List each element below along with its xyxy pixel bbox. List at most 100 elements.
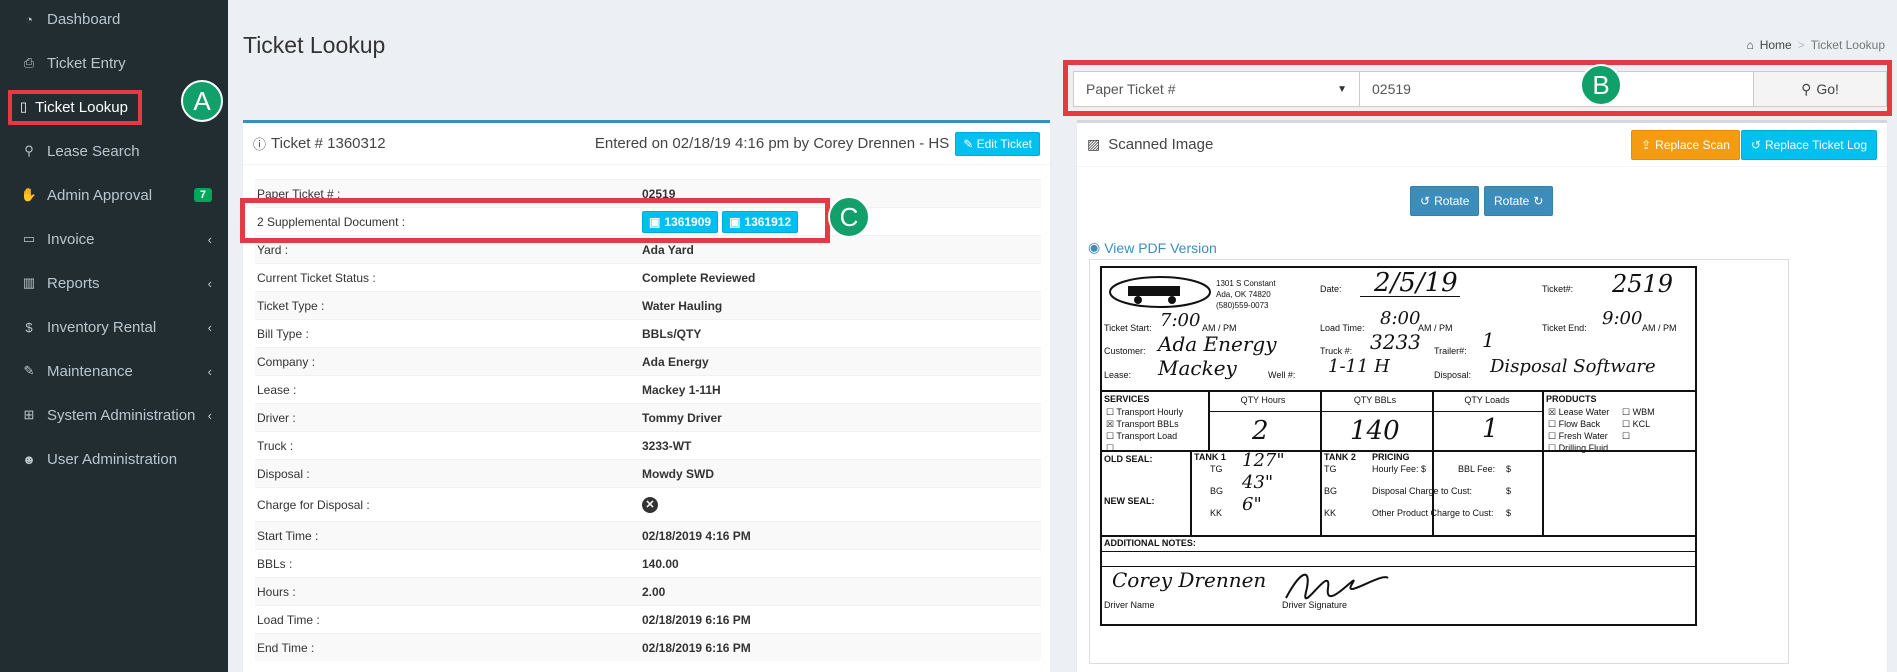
caret-down-icon: ▼ bbox=[1337, 83, 1347, 95]
dollar-sign: $ bbox=[1506, 508, 1512, 518]
tank2-label: TANK 2 bbox=[1324, 452, 1356, 462]
history-icon: ↺ bbox=[1750, 137, 1761, 152]
load-ampm: AM / PM bbox=[1418, 323, 1453, 333]
driver-signature-label: Driver Signature bbox=[1282, 600, 1348, 610]
tank1-bg-value: 43" bbox=[1242, 472, 1274, 493]
sidebar-item-maintenance[interactable]: ✎ Maintenance ‹ bbox=[0, 349, 228, 393]
search-input[interactable]: 02519 bbox=[1360, 72, 1753, 106]
ticket-entered-info: Entered on 02/18/19 4:16 pm by Corey Dre… bbox=[594, 135, 950, 152]
ticket-number-title: Ticket # 1360312 bbox=[271, 135, 386, 152]
sidebar-item-lease-search[interactable]: ⚲ Lease Search bbox=[0, 129, 228, 173]
company-address: 1301 S Constant Ada, OK 74820 (580)559-0… bbox=[1216, 278, 1276, 311]
breadcrumb-separator: > bbox=[1797, 38, 1805, 52]
view-pdf-link[interactable]: ◉ View PDF Version bbox=[1088, 239, 1217, 256]
field-label: End Time : bbox=[257, 640, 315, 655]
qty-bbls-value: 140 bbox=[1350, 416, 1400, 446]
page-title: Ticket Lookup bbox=[243, 32, 386, 58]
table-row: Current Ticket Status : Complete Reviewed bbox=[255, 263, 1041, 291]
admin-approval-badge: 7 bbox=[193, 188, 212, 202]
field-label: Bill Type : bbox=[257, 326, 309, 341]
dashboard-icon: ◔ bbox=[25, 11, 33, 27]
qty-bbls-label: QTY BBLs bbox=[1353, 395, 1397, 405]
breadcrumb-current: Ticket Lookup bbox=[1810, 38, 1885, 52]
picture-icon: ▨ bbox=[1087, 136, 1101, 152]
table-row: BBLs : 140.00 bbox=[255, 549, 1041, 577]
breadcrumb-home[interactable]: Home bbox=[1760, 38, 1792, 52]
sidebar-item-ticket-entry[interactable]: ⎙ Ticket Entry bbox=[0, 41, 228, 85]
field-label: Company : bbox=[257, 354, 316, 369]
callout-a: A bbox=[181, 80, 223, 122]
address-line: 1301 S Constant bbox=[1216, 279, 1276, 288]
sidebar-item-user-administration[interactable]: ☻ User Administration bbox=[0, 437, 228, 481]
x-circle-icon: ✕ bbox=[642, 496, 658, 513]
field-value: Tommy Driver bbox=[642, 410, 722, 425]
sidebar-item-dashboard[interactable]: ◔ Dashboard bbox=[0, 0, 228, 41]
service-item: ☐ Transport Hourly bbox=[1106, 407, 1184, 417]
table-row: Load Time : 02/18/2019 6:16 PM bbox=[255, 605, 1041, 633]
qty-loads-value: 1 bbox=[1482, 414, 1499, 444]
products-list-2: ☐ WBM ☐ KCL ☐ bbox=[1622, 406, 1655, 442]
ticket-fields-table: Paper Ticket # :02519 2 Supplemental Doc… bbox=[255, 179, 1041, 661]
end-ampm: AM / PM bbox=[1642, 323, 1677, 333]
go-button[interactable]: ⚲ Go! bbox=[1753, 72, 1886, 106]
driver-name-label: Driver Name bbox=[1104, 600, 1155, 610]
sitemap-icon: ⊞ bbox=[23, 407, 35, 422]
field-label: Current Ticket Status : bbox=[257, 270, 376, 285]
field-value: 2.00 bbox=[642, 584, 666, 599]
field-value: 02/18/2019 4:16 PM bbox=[642, 528, 751, 543]
edit-ticket-button[interactable]: ✎ Edit Ticket bbox=[955, 131, 1040, 156]
sidebar-item-label: Invoice bbox=[47, 230, 95, 248]
users-icon: ☻ bbox=[22, 451, 36, 467]
search-icon: ⚲ bbox=[1801, 80, 1812, 97]
table-row: Ticket Type : Water Hauling bbox=[255, 291, 1041, 319]
disposal-label: Disposal: bbox=[1434, 370, 1472, 380]
sidebar-item-label: User Administration bbox=[47, 450, 178, 468]
field-value: BBLs/QTY bbox=[642, 326, 702, 341]
home-icon: ⌂ bbox=[1746, 38, 1754, 52]
search-type-select[interactable]: Paper Ticket # ▼ bbox=[1074, 72, 1360, 106]
replace-ticket-log-button[interactable]: ↺ Replace Ticket Log bbox=[1740, 129, 1877, 160]
table-row: Bill Type : BBLs/QTY bbox=[255, 319, 1041, 347]
sidebar-item-system-administration[interactable]: ⊞ System Administration ‹ bbox=[0, 393, 228, 437]
replace-scan-button[interactable]: ⇪ Replace Scan bbox=[1631, 129, 1740, 160]
services-list: ☐ Transport Hourly ☒ Transport BBLs ☐ Tr… bbox=[1106, 406, 1183, 454]
info-icon: ⓘ bbox=[253, 137, 267, 152]
customer-label: Customer: bbox=[1104, 346, 1146, 356]
sidebar-item-label: Lease Search bbox=[47, 142, 140, 160]
upload-icon: ⇪ bbox=[1641, 137, 1652, 152]
product-item: ☐ WBM bbox=[1622, 407, 1655, 417]
breadcrumb: ⌂ Home > Ticket Lookup bbox=[1746, 38, 1885, 52]
ticket-end-value: 9:00 bbox=[1602, 308, 1643, 329]
table-row: Start Time : 02/18/2019 4:16 PM bbox=[255, 521, 1041, 549]
old-seal-label: OLD SEAL: bbox=[1104, 454, 1153, 464]
product-item: ☐ Drilling Fluid bbox=[1548, 443, 1609, 453]
field-value: Mackey 1-11H bbox=[642, 382, 721, 397]
edit-ticket-label: Edit Ticket bbox=[976, 136, 1032, 151]
sidebar-item-admin-approval[interactable]: ✋ Admin Approval 7 bbox=[0, 173, 228, 217]
ticket-header: ⓘ Ticket # 1360312 Entered on 02/18/19 4… bbox=[243, 123, 1050, 165]
chevron-left-icon: ‹ bbox=[207, 407, 212, 423]
field-label: Truck : bbox=[257, 438, 294, 453]
service-item: ☒ Transport BBLs bbox=[1106, 419, 1179, 429]
bar-chart-icon: ▥ bbox=[22, 275, 36, 290]
search-bar: Paper Ticket # ▼ 02519 ⚲ Go! bbox=[1073, 71, 1887, 107]
additional-notes-label: ADDITIONAL NOTES: bbox=[1104, 538, 1196, 548]
product-item: ☒ Lease Water bbox=[1548, 407, 1610, 417]
sidebar-item-inventory-rental[interactable]: $ Inventory Rental ‹ bbox=[0, 305, 228, 349]
services-label: SERVICES bbox=[1104, 394, 1150, 404]
sidebar-item-invoice[interactable]: ▭ Invoice ‹ bbox=[0, 217, 228, 261]
tank-row-label: KK bbox=[1324, 508, 1337, 518]
field-label: Load Time : bbox=[257, 612, 320, 627]
driver-name-value: Corey Drennen bbox=[1112, 568, 1267, 592]
qty-hours-label: QTY Hours bbox=[1240, 395, 1286, 405]
sidebar-item-label: Admin Approval bbox=[47, 186, 153, 204]
sidebar-item-reports[interactable]: ▥ Reports ‹ bbox=[0, 261, 228, 305]
pricing-label: PRICING bbox=[1372, 452, 1410, 462]
hourly-fee-label: Hourly Fee: $ bbox=[1372, 464, 1427, 474]
chevron-left-icon: ‹ bbox=[207, 275, 212, 291]
customer-value: Ada Energy bbox=[1158, 332, 1277, 356]
tank-row-label: TG bbox=[1324, 464, 1337, 474]
product-item: ☐ bbox=[1622, 431, 1631, 441]
rotate-right-button[interactable]: Rotate ↻ bbox=[1484, 186, 1554, 216]
rotate-left-button[interactable]: ↺ Rotate bbox=[1410, 186, 1480, 216]
